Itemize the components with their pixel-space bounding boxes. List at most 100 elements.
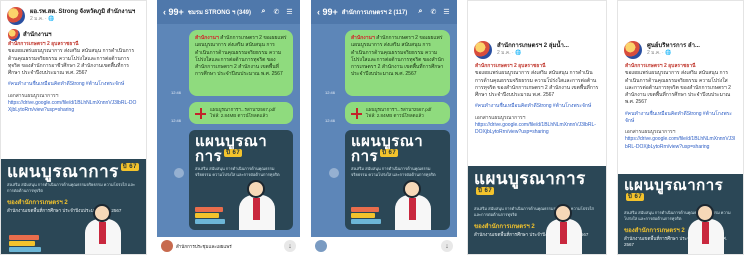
- poster-image[interactable]: แผนบูรณาการปี 67 ส่งเสริม สนับสนุน การดำ…: [468, 166, 606, 254]
- post-author[interactable]: สำนักงานฯ: [23, 32, 52, 39]
- poster-heading-text: แผนบูรณาการ: [624, 177, 724, 194]
- search-icon[interactable]: ⌕: [416, 8, 425, 16]
- facebook-post-panel-4: สำนักการเกษตรฯ 2 ลุ่มน้ำ... 2 ม.ค. · 🌐 ส…: [467, 0, 607, 255]
- post-hashtags[interactable]: #คนทำงานชื่นเหมือนคิดทำดีStrong #ต้านโกง…: [625, 111, 736, 126]
- poster-image[interactable]: แผนบูรณาการปี 67 ส่งเสริม สนับสนุน การดำ…: [618, 174, 743, 254]
- doctor-illustration: [391, 180, 435, 230]
- book: [9, 241, 35, 246]
- doctor-head: [247, 180, 265, 198]
- post-header: ศูนย์บริหารการ ลำ... 2 ม.ค. · 🌐: [618, 1, 743, 63]
- doctor-head: [696, 204, 714, 222]
- share-icon[interactable]: [174, 168, 184, 178]
- poster-image-message[interactable]: แผนบูรณาการ ปี 67 ส่งเสริม สนับสนุน การดำ…: [189, 130, 293, 230]
- poster-heading: แผนบูรณาการปี 67: [618, 174, 743, 208]
- doctor-tie: [99, 222, 106, 244]
- message-sender-title: สำนักงานฯ: [195, 35, 219, 41]
- book: [195, 207, 223, 212]
- poster-heading-text: แผนบูรณาการ: [474, 169, 586, 188]
- post-hashtags[interactable]: #คนทำงานชื่นเหมือนคิดทำดีStrong #ต้านโกง…: [8, 81, 139, 88]
- facebook-post-panel-1: ผอ.รพ.สต. Strong จังหวัดภูมิ สำนักงานฯ 2…: [0, 0, 147, 255]
- post-author[interactable]: ศูนย์บริหารการ ลำ...: [647, 43, 700, 50]
- poster-image[interactable]: แผนบูรณาการปี 67 ส่งเสริม สนับสนุน การดำ…: [1, 159, 146, 254]
- back-button[interactable]: ‹ 99+: [317, 7, 338, 17]
- file-time: 12:46: [171, 118, 182, 123]
- doctor-tie: [409, 198, 416, 220]
- line-chat-panel-3: ‹ 99+ สำนักการเกษตรฯ 2 (117) ⌕ ✆ ☰ สำนัก…: [311, 0, 457, 255]
- pdf-file-bubble[interactable]: แผนบูรณาการฯ...รสานฯ2567.pdf ไฟล์: 2.84M…: [189, 102, 293, 124]
- post-body: สำนักการเกษตรฯ 2 อุบลราชธานี ขอเผยแพร่แผ…: [618, 63, 743, 151]
- page-avatar[interactable]: [7, 7, 25, 25]
- message-text: สำนักการเกษตรฯ 2 ขอเผยแพร่แผนบูรณาการ ส่…: [195, 35, 287, 78]
- search-icon[interactable]: ⌕: [259, 8, 268, 16]
- post-text: ขอเผยแพร่แผนบูรณาการ ส่งเสริม สนับสนุน ก…: [475, 70, 599, 98]
- post-body: สำนักงานฯ สำนักการเกษตรฯ 2 อุบลราชธานี ข…: [1, 29, 146, 114]
- book: [351, 219, 381, 224]
- doctor-illustration: [684, 204, 728, 254]
- chat-footer: ↓: [311, 237, 457, 255]
- message-bubble[interactable]: สำนักงานฯ สำนักการเกษตรฯ 2 ขอเผยแพร่แผนบ…: [345, 30, 450, 96]
- poster-heading: แผนบูรณาการปี 67: [345, 130, 450, 164]
- poster-subtitle: ส่งเสริม สนับสนุน การดำเนินการด้านคุณธรร…: [195, 166, 280, 177]
- file-info: แผนบูรณาการฯ...รสานฯ2567.pdf ไฟล์: 2.84M…: [366, 107, 431, 119]
- doctor-head: [554, 204, 572, 222]
- post-hashtags[interactable]: #คนทำงานชื่นเหมือนคิดทำดีStrong #ต้านโกง…: [475, 103, 599, 110]
- phone-icon[interactable]: ✆: [429, 8, 438, 16]
- page-name[interactable]: ผอ.รพ.สต. Strong จังหวัดภูมิ สำนักงานฯ: [30, 9, 135, 16]
- pdf-file-bubble[interactable]: แผนบูรณาการฯ...รสานฯ2567.pdf ไฟล์: 2.84M…: [345, 102, 450, 124]
- menu-icon[interactable]: ☰: [285, 8, 294, 16]
- file-size: ไฟล์: 2.84MB ดาวน์โหลดแล้ว: [366, 113, 424, 118]
- pdf-file-icon: [195, 107, 206, 119]
- books-illustration: [9, 234, 43, 254]
- message-text: สำนักการเกษตรฯ 2 ขอเผยแพร่แผนบูรณาการ ส่…: [351, 35, 444, 78]
- link-label: เอกสารแผนบูรณาการฯ: [475, 114, 526, 121]
- chat-title[interactable]: ชมรม STRONG ฯ (349): [188, 7, 251, 17]
- book: [195, 213, 219, 218]
- scroll-down-icon[interactable]: ↓: [441, 240, 453, 252]
- file-time: 12:46: [325, 118, 336, 123]
- chat-header: ‹ 99+ สำนักการเกษตรฯ 2 (117) ⌕ ✆ ☰: [311, 0, 457, 24]
- drive-link[interactable]: https://drive.google.com/file/d/1BLhNLmX…: [475, 122, 599, 137]
- file-info: แผนบูรณาการฯ...รสานฯ2567.pdf ไฟล์: 2.84M…: [210, 107, 275, 119]
- doctor-illustration: [542, 204, 586, 254]
- facebook-post-panel-5: ศูนย์บริหารการ ลำ... 2 ม.ค. · 🌐 สำนักการ…: [617, 0, 744, 255]
- book: [9, 235, 39, 240]
- post-time: 2 ม.ค. · 🌐: [30, 16, 55, 23]
- poster-year-badge: ปี 67: [380, 149, 399, 157]
- poster-image-message[interactable]: แผนบูรณาการ ปี 67 ส่งเสริม สนับสนุน การดำ…: [345, 130, 450, 230]
- pdf-file-icon: [351, 107, 362, 119]
- line-chat-panel-2: ‹ 99+ ชมรม STRONG ฯ (349) ⌕ ✆ ☰ สำนักงาน…: [157, 0, 300, 255]
- post-text: ขอเผยแพร่แผนบูรณาการ ส่งเสริม สนับสนุน ก…: [625, 70, 731, 106]
- poster-heading: แผนบูรณาการปี 67: [1, 159, 146, 180]
- books-illustration: [195, 206, 229, 226]
- menu-icon[interactable]: ☰: [442, 8, 451, 16]
- post-body: สำนักการเกษตรฯ 2 อุบลราชธานี ขอเผยแพร่แผ…: [468, 63, 606, 136]
- back-button[interactable]: ‹ 99+: [163, 7, 184, 17]
- author-avatar: [8, 29, 20, 41]
- book: [195, 219, 225, 224]
- link-label: เอกสารแผนบูรณาการฯ: [8, 92, 59, 99]
- author-avatar[interactable]: [474, 41, 492, 59]
- chat-footer: สำนักการประชุมและเผยแพร่ ↓: [157, 237, 300, 255]
- doctor-head: [93, 204, 111, 222]
- scroll-down-icon[interactable]: ↓: [284, 240, 296, 252]
- reply-preview[interactable]: สำนักการประชุมและเผยแพร่: [176, 243, 232, 250]
- author-avatar[interactable]: [624, 41, 642, 59]
- post-author-row: สำนักงานฯ: [8, 29, 139, 41]
- doctor-illustration: [81, 204, 125, 254]
- drive-link[interactable]: https://drive.google.com/file/d/1BLhNLmX…: [625, 136, 736, 151]
- phone-icon[interactable]: ✆: [272, 8, 281, 16]
- share-icon[interactable]: [329, 168, 339, 178]
- doctor-tie: [702, 222, 709, 244]
- poster-subtitle: ส่งเสริม สนับสนุน การดำเนินการด้านคุณธรร…: [351, 166, 436, 177]
- reply-avatar: [161, 240, 173, 252]
- post-time: 2 ม.ค. · 🌐: [497, 50, 522, 57]
- books-illustration: [351, 206, 385, 226]
- post-author[interactable]: สำนักการเกษตรฯ 2 ลุ่มน้ำ...: [497, 43, 569, 50]
- doctor-tie: [560, 222, 567, 244]
- doctor-tie: [253, 198, 260, 220]
- poster-year-badge: ปี 67: [224, 149, 243, 157]
- drive-link[interactable]: https://drive.google.com/file/d/1BLhNLmX…: [8, 100, 139, 115]
- chat-title[interactable]: สำนักการเกษตรฯ 2 (117): [342, 7, 407, 17]
- message-time: 12:46: [171, 90, 182, 95]
- message-bubble[interactable]: สำนักงานฯ สำนักการเกษตรฯ 2 ขอเผยแพร่แผนบ…: [189, 30, 293, 96]
